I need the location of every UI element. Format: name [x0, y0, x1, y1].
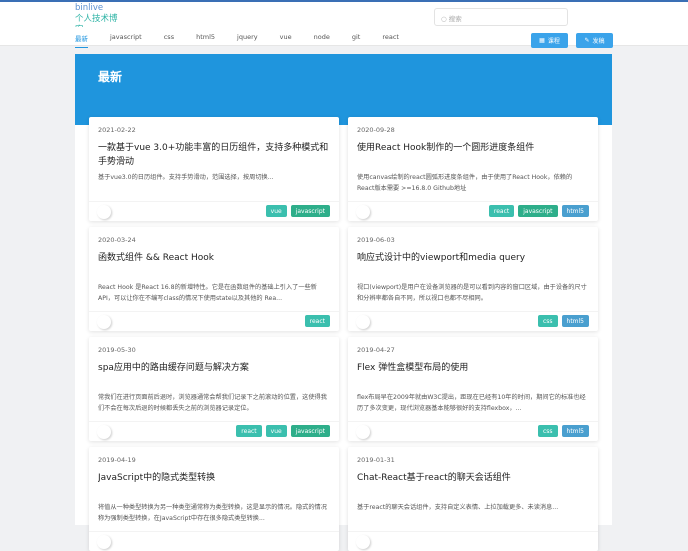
post-card[interactable]: 2019-04-19 JavaScript中的隐式类型转换 将值从一种类型转换为…: [89, 447, 339, 551]
search-input[interactable]: ○ 搜索: [434, 8, 568, 26]
banner-title: 最新: [98, 70, 123, 84]
tab-jquery[interactable]: jquery: [237, 33, 258, 48]
tag-react[interactable]: react: [236, 425, 262, 437]
author-avatar[interactable]: [97, 535, 111, 549]
tag-css[interactable]: css: [537, 315, 558, 327]
pencil-icon: ✎: [584, 37, 590, 44]
logo-alt: binlive: [75, 3, 104, 13]
post-footer: [348, 531, 598, 551]
write-button[interactable]: ✎ 发稿: [576, 33, 613, 48]
write-label: 发稿: [592, 38, 605, 45]
post-footer: css html5: [348, 421, 598, 441]
tag-react[interactable]: react: [488, 205, 515, 217]
post-footer: react: [89, 311, 339, 331]
tag-vue[interactable]: vue: [265, 425, 287, 437]
post-date: 2019-06-03: [357, 236, 395, 244]
post-title[interactable]: JavaScript中的隐式类型转换: [98, 471, 330, 499]
tag-javascript[interactable]: javascript: [290, 425, 330, 437]
post-summary: 将值从一种类型转换为另一种类型通常称为类型转换，这是显示的情况。隐式的情况称为强…: [98, 504, 327, 522]
post-date: 2020-03-24: [98, 236, 136, 244]
post-title[interactable]: 一款基于vue 3.0+功能丰富的日历组件，支持多种模式和手势滑动: [98, 141, 330, 169]
post-summary: 视口(viewport)是用户在设备浏览器的是可以看到内容的窗口区域，由于设备的…: [357, 284, 587, 302]
tag-vue[interactable]: vue: [265, 205, 287, 217]
post-footer: css html5: [348, 311, 598, 331]
post-summary: flex布局早在2009年就由W3C提出，距现在已经有10年的时间，期间它的标准…: [357, 394, 586, 412]
post-card[interactable]: 2019-04-27 Flex 弹性盒模型布局的使用 flex布局早在2009年…: [348, 337, 598, 441]
tab-最新[interactable]: 最新: [75, 33, 88, 48]
tag-list: react javascript html5: [488, 205, 589, 217]
logo-text: 个人技术博客: [75, 14, 118, 27]
post-date: 2020-09-28: [357, 126, 395, 134]
author-avatar[interactable]: [356, 205, 370, 219]
logo[interactable]: binlive个人技术博客: [75, 3, 125, 27]
author-avatar[interactable]: [356, 315, 370, 329]
post-card[interactable]: 2021-02-22 一款基于vue 3.0+功能丰富的日历组件，支持多种模式和…: [89, 117, 339, 221]
tab-css[interactable]: css: [164, 33, 174, 48]
post-footer: react vue javascript: [89, 421, 339, 441]
author-avatar[interactable]: [356, 425, 370, 439]
tag-html5[interactable]: html5: [561, 315, 589, 327]
post-title[interactable]: 函数式组件 && React Hook: [98, 251, 330, 279]
post-summary: 基于react的聊天会话组件，支持自定义表情、上拉加载更多、未读消息...: [357, 504, 559, 511]
tag-javascript[interactable]: javascript: [290, 205, 330, 217]
post-title[interactable]: 使用React Hook制作的一个圆形进度条组件: [357, 141, 589, 169]
post-footer: [89, 531, 339, 551]
tab-javascript[interactable]: javascript: [110, 33, 142, 48]
tag-list: css html5: [537, 315, 589, 327]
tag-html5[interactable]: html5: [561, 425, 589, 437]
author-avatar[interactable]: [97, 425, 111, 439]
tab-git[interactable]: git: [352, 33, 360, 48]
tag-html5[interactable]: html5: [561, 205, 589, 217]
tab-vue[interactable]: vue: [280, 33, 292, 48]
course-button[interactable]: ▦ 课程: [531, 33, 568, 48]
tab-node[interactable]: node: [314, 33, 330, 48]
tab-html5[interactable]: html5: [196, 33, 215, 48]
nav-tabs: 最新 javascript css html5 jquery vue node git reac…: [75, 33, 421, 48]
post-date: 2019-04-27: [357, 346, 395, 354]
author-avatar[interactable]: [356, 535, 370, 549]
post-card[interactable]: 2019-01-31 Chat-React基于react的聊天会话组件 基于re…: [348, 447, 598, 551]
post-date: 2021-02-22: [98, 126, 136, 134]
post-card[interactable]: 2020-03-24 函数式组件 && React Hook React Hoo…: [89, 227, 339, 331]
post-summary: React Hook 是React 16.8的新增特性。它是在函数组件的基础上引…: [98, 284, 317, 302]
post-card[interactable]: 2019-06-03 响应式设计中的viewport和media query 视…: [348, 227, 598, 331]
banner: 最新: [75, 54, 612, 125]
tag-react[interactable]: react: [304, 315, 330, 327]
tab-react[interactable]: react: [382, 33, 399, 48]
post-title[interactable]: spa应用中的路由缓存问题与解决方案: [98, 361, 330, 389]
post-footer: react javascript html5: [348, 201, 598, 221]
post-date: 2019-04-19: [98, 456, 136, 464]
tag-javascript[interactable]: javascript: [518, 205, 558, 217]
author-avatar[interactable]: [97, 315, 111, 329]
post-title[interactable]: Flex 弹性盒模型布局的使用: [357, 361, 589, 389]
header: binlive个人技术博客 ○ 搜索 最新 javascript css html5 j…: [0, 2, 688, 48]
post-card[interactable]: 2020-09-28 使用React Hook制作的一个圆形进度条组件 使用ca…: [348, 117, 598, 221]
post-title[interactable]: Chat-React基于react的聊天会话组件: [357, 471, 589, 499]
tag-css[interactable]: css: [537, 425, 558, 437]
post-date: 2019-05-30: [98, 346, 136, 354]
post-summary: 基于vue3.0的日历组件。支持手势滑动，范围选择，按周切换...: [98, 174, 274, 181]
grid-icon: ▦: [539, 37, 545, 44]
course-label: 课程: [547, 38, 560, 45]
post-date: 2019-01-31: [357, 456, 395, 464]
tag-list: react: [304, 315, 330, 327]
author-avatar[interactable]: [97, 205, 111, 219]
post-title[interactable]: 响应式设计中的viewport和media query: [357, 251, 589, 279]
tag-list: css html5: [537, 425, 589, 437]
post-card[interactable]: 2019-05-30 spa应用中的路由缓存问题与解决方案 常我们在进行页面前后…: [89, 337, 339, 441]
tag-list: vue javascript: [265, 205, 330, 217]
search-placeholder: 搜索: [448, 15, 462, 23]
search-icon: ○: [441, 15, 449, 23]
tag-list: react vue javascript: [236, 425, 330, 437]
post-summary: 使用canvas绘制的react圆弧形进度条组件，由于使用了React Hook…: [357, 174, 573, 192]
post-footer: vue javascript: [89, 201, 339, 221]
post-summary: 常我们在进行页面前后退时，浏览器通常会帮我们记录下之前滚动的位置，这使得我们不会…: [98, 394, 327, 412]
